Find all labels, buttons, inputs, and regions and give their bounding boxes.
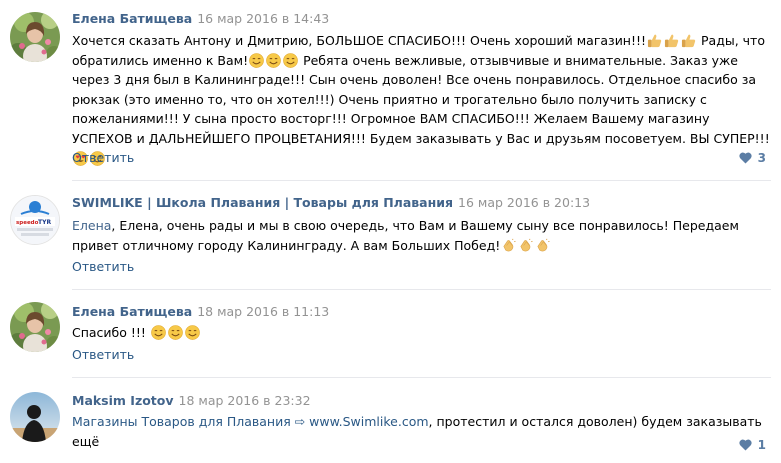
comment-date[interactable]: 18 мар 2016 в 11:13 — [197, 304, 329, 319]
clapping-hands-icon — [535, 238, 550, 253]
smile-icon — [151, 325, 166, 340]
comment-date[interactable]: 18 мар 2016 в 23:32 — [179, 393, 311, 408]
avatar[interactable] — [10, 12, 60, 62]
like-count: 1 — [757, 438, 766, 452]
comment-date[interactable]: 16 мар 2016 в 14:43 — [197, 11, 329, 26]
heart-icon — [739, 439, 752, 451]
author-name[interactable]: SWIMLIKE | Школа Плавания | Товары для П… — [72, 195, 453, 210]
reply-button[interactable]: Ответить — [72, 347, 134, 363]
clapping-hands-icon — [501, 238, 516, 253]
divider — [72, 377, 771, 378]
comment-text: Магазины Товаров для Плавания ⇨ www.Swim… — [72, 412, 772, 451]
comment-text: Хочется сказать Антону и Дмитрию, БОЛЬШО… — [72, 31, 772, 168]
divider — [72, 289, 771, 290]
heart-icon — [739, 152, 752, 164]
like-button[interactable]: 1 — [739, 437, 766, 453]
comment-text: Спасибо !!! — [72, 323, 772, 343]
author-name[interactable]: Елена Батищева — [72, 304, 192, 319]
smile-icon — [185, 325, 200, 340]
divider — [72, 180, 771, 181]
comment-text-part: , Елена, очень рады и мы в свою очередь,… — [72, 218, 739, 253]
shop-link[interactable]: Магазины Товаров для Плавания ⇨ www.Swim… — [72, 414, 429, 429]
avatar[interactable] — [10, 302, 60, 352]
reply-to-link[interactable]: Елена — [72, 218, 111, 233]
like-count: 3 — [757, 151, 766, 165]
author-name[interactable]: Елена Батищева — [72, 11, 192, 26]
reply-button[interactable]: Ответить — [72, 150, 134, 166]
comment-text: Елена, Елена, очень рады и мы в свою оче… — [72, 216, 772, 255]
svg-text:speedo: speedo — [16, 220, 39, 226]
smile-icon — [266, 52, 281, 68]
smile-icon — [249, 52, 264, 68]
avatar[interactable] — [10, 392, 60, 442]
smile-icon — [168, 325, 183, 340]
smile-icon — [283, 52, 298, 68]
comment-text-part: Спасибо !!! — [72, 325, 146, 340]
comment-text-part: Хочется сказать Антону и Дмитрию, БОЛЬШО… — [72, 33, 647, 48]
comment-date[interactable]: 16 мар 2016 в 20:13 — [458, 195, 590, 210]
thumbs-up-icon — [647, 33, 662, 48]
thumbs-up-icon — [681, 33, 696, 48]
svg-text:TYR: TYR — [38, 219, 51, 226]
reply-button[interactable]: Ответить — [72, 259, 134, 275]
author-name[interactable]: Maksim Izotov — [72, 393, 174, 408]
avatar[interactable]: speedo TYR — [10, 195, 60, 245]
clapping-hands-icon — [518, 238, 533, 253]
like-button[interactable]: 3 — [739, 150, 766, 166]
thumbs-up-icon — [664, 33, 679, 48]
